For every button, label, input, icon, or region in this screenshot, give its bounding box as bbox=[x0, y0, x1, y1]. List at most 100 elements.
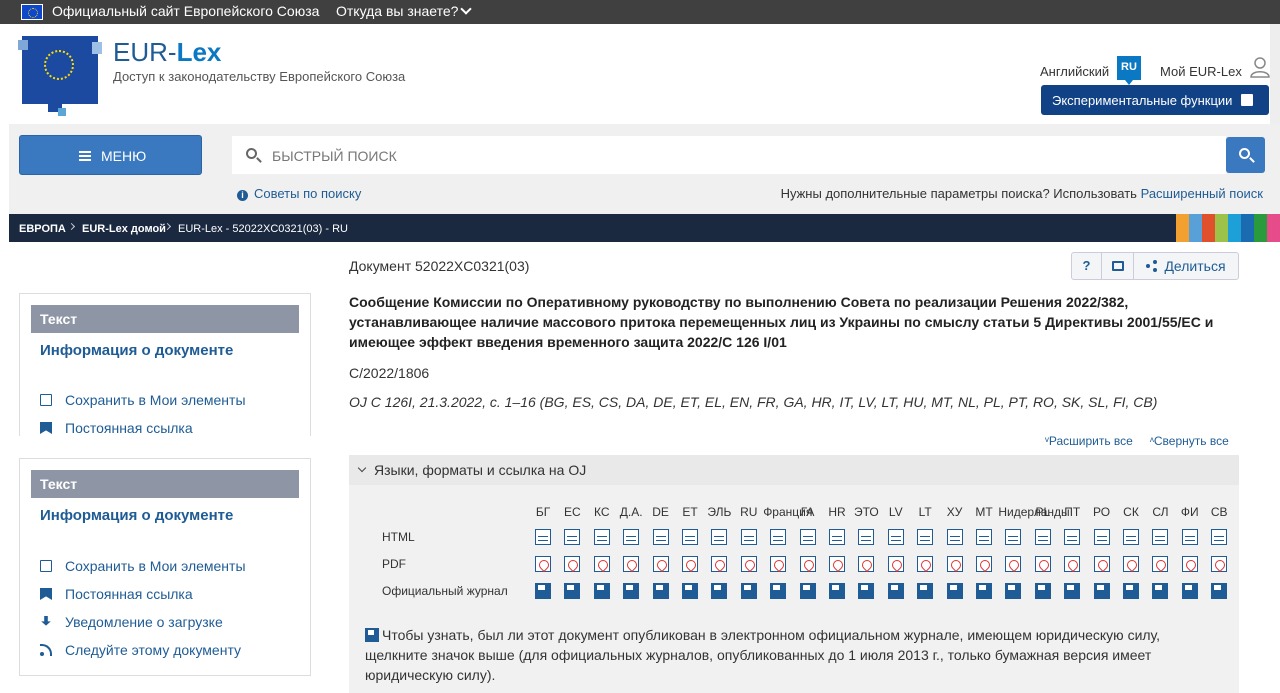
oj-format-icon[interactable] bbox=[1034, 583, 1051, 599]
pdf-format-icon[interactable] bbox=[1123, 556, 1139, 572]
oj-format-icon[interactable] bbox=[652, 583, 669, 599]
oj-format-icon[interactable] bbox=[535, 583, 551, 599]
oj-format-icon[interactable] bbox=[711, 583, 728, 599]
pdf-format-icon[interactable] bbox=[1064, 556, 1081, 572]
language-selector-label[interactable]: Английский bbox=[1040, 64, 1109, 79]
expand-all-link[interactable]: ᵛРасширить все bbox=[1045, 434, 1133, 448]
html-format-icon[interactable] bbox=[711, 529, 728, 545]
chevron-down-icon[interactable] bbox=[460, 3, 472, 15]
html-format-icon[interactable] bbox=[1152, 529, 1169, 545]
oj-format-icon[interactable] bbox=[829, 583, 845, 599]
how-do-you-know-link[interactable]: Откуда вы знаете? bbox=[336, 3, 458, 19]
oj-format-icon[interactable] bbox=[799, 583, 816, 599]
pdf-format-icon[interactable] bbox=[711, 556, 728, 572]
oj-format-icon[interactable] bbox=[858, 583, 875, 599]
collapse-all-link[interactable]: ᶺСвернуть все bbox=[1150, 434, 1229, 448]
html-format-icon[interactable] bbox=[593, 529, 610, 545]
html-format-icon[interactable] bbox=[917, 529, 934, 545]
html-format-icon[interactable] bbox=[1123, 529, 1139, 545]
html-format-icon[interactable] bbox=[858, 529, 875, 545]
oj-format-icon[interactable] bbox=[1093, 583, 1110, 599]
oj-format-icon[interactable] bbox=[1005, 583, 1022, 599]
pdf-format-icon[interactable] bbox=[1152, 556, 1169, 572]
html-format-icon[interactable] bbox=[564, 529, 581, 545]
quick-search-input[interactable]: БЫСТРЫЙ ПОИСК bbox=[232, 136, 1226, 174]
html-format-icon[interactable] bbox=[535, 529, 551, 545]
document-info-link[interactable]: Информация о документе bbox=[40, 342, 233, 359]
oj-format-icon[interactable] bbox=[917, 583, 934, 599]
advanced-search-link[interactable]: Расширенный поиск bbox=[1141, 186, 1263, 201]
oj-format-icon[interactable] bbox=[1181, 583, 1198, 599]
oj-format-icon[interactable] bbox=[1152, 583, 1169, 599]
html-format-icon[interactable] bbox=[1211, 529, 1228, 545]
save-to-my-items-link[interactable]: Сохранить в Мои элементы bbox=[40, 558, 246, 574]
pdf-format-icon[interactable] bbox=[1211, 556, 1228, 572]
pdf-format-icon[interactable] bbox=[564, 556, 581, 572]
menu-button[interactable]: МЕНЮ bbox=[19, 135, 202, 175]
pdf-format-icon[interactable] bbox=[976, 556, 992, 572]
html-format-icon[interactable] bbox=[887, 529, 904, 545]
brand-name[interactable]: EUR-Lex bbox=[113, 37, 221, 68]
pdf-format-icon[interactable] bbox=[917, 556, 934, 572]
oj-format-icon[interactable] bbox=[1123, 583, 1139, 599]
follow-document-link[interactable]: Следуйте этому документу bbox=[40, 642, 241, 658]
oj-format-icon[interactable] bbox=[1211, 583, 1228, 599]
pdf-format-icon[interactable] bbox=[858, 556, 875, 572]
experimental-checkbox[interactable] bbox=[1241, 94, 1253, 106]
pdf-format-icon[interactable] bbox=[740, 556, 757, 572]
help-button[interactable]: ? bbox=[1072, 253, 1102, 279]
permanent-link[interactable]: Постоянная ссылка bbox=[40, 420, 193, 436]
html-format-icon[interactable] bbox=[623, 529, 640, 545]
share-button[interactable]: Делиться bbox=[1134, 253, 1238, 279]
oj-format-icon[interactable] bbox=[740, 583, 757, 599]
my-eurlex-link[interactable]: Мой EUR-Lex bbox=[1160, 64, 1242, 79]
eurlex-logo[interactable] bbox=[18, 36, 102, 116]
oj-format-icon[interactable] bbox=[887, 583, 904, 599]
user-icon[interactable] bbox=[1250, 56, 1270, 78]
pdf-format-icon[interactable] bbox=[770, 556, 787, 572]
pdf-format-icon[interactable] bbox=[799, 556, 816, 572]
html-format-icon[interactable] bbox=[740, 529, 757, 545]
pdf-format-icon[interactable] bbox=[1093, 556, 1110, 572]
language-badge[interactable]: RU bbox=[1117, 56, 1141, 85]
oj-format-icon[interactable] bbox=[1064, 583, 1081, 599]
html-format-icon[interactable] bbox=[1005, 529, 1022, 545]
document-info-link[interactable]: Информация о документе bbox=[40, 507, 233, 524]
html-format-icon[interactable] bbox=[1064, 529, 1081, 545]
pdf-format-icon[interactable] bbox=[682, 556, 698, 572]
html-format-icon[interactable] bbox=[1093, 529, 1110, 545]
pdf-format-icon[interactable] bbox=[623, 556, 640, 572]
languages-section-header[interactable]: Языки, форматы и ссылка на OJ bbox=[349, 455, 1239, 485]
oj-format-icon[interactable] bbox=[976, 583, 992, 599]
oj-format-icon[interactable] bbox=[770, 583, 787, 599]
breadcrumb-eurlex-home[interactable]: EUR-Lex домой bbox=[82, 223, 166, 235]
pdf-format-icon[interactable] bbox=[1181, 556, 1198, 572]
pdf-format-icon[interactable] bbox=[887, 556, 904, 572]
html-format-icon[interactable] bbox=[1181, 529, 1198, 545]
pdf-format-icon[interactable] bbox=[1005, 556, 1022, 572]
html-format-icon[interactable] bbox=[799, 529, 816, 545]
html-format-icon[interactable] bbox=[946, 529, 963, 545]
pdf-format-icon[interactable] bbox=[593, 556, 610, 572]
download-notification-link[interactable]: Уведомление о загрузке bbox=[40, 614, 223, 630]
oj-format-icon[interactable] bbox=[682, 583, 698, 599]
html-format-icon[interactable] bbox=[829, 529, 845, 545]
html-format-icon[interactable] bbox=[652, 529, 669, 545]
oj-format-icon[interactable] bbox=[564, 583, 581, 599]
save-to-my-items-link[interactable]: Сохранить в Мои элементы bbox=[40, 392, 246, 408]
oj-format-icon[interactable] bbox=[623, 583, 640, 599]
pdf-format-icon[interactable] bbox=[946, 556, 963, 572]
pdf-format-icon[interactable] bbox=[652, 556, 669, 572]
search-button[interactable] bbox=[1226, 137, 1265, 173]
breadcrumb-europa[interactable]: ЕВРОПА bbox=[19, 223, 66, 235]
html-format-icon[interactable] bbox=[976, 529, 992, 545]
html-format-icon[interactable] bbox=[770, 529, 787, 545]
pdf-format-icon[interactable] bbox=[535, 556, 551, 572]
search-tips-link[interactable]: i Советы по поиску bbox=[237, 186, 361, 201]
html-format-icon[interactable] bbox=[1034, 529, 1051, 545]
html-format-icon[interactable] bbox=[682, 529, 698, 545]
permanent-link[interactable]: Постоянная ссылка bbox=[40, 586, 193, 602]
pdf-format-icon[interactable] bbox=[1034, 556, 1051, 572]
oj-format-icon[interactable] bbox=[593, 583, 610, 599]
experimental-features-toggle[interactable]: Экспериментальные функции bbox=[1041, 85, 1269, 115]
